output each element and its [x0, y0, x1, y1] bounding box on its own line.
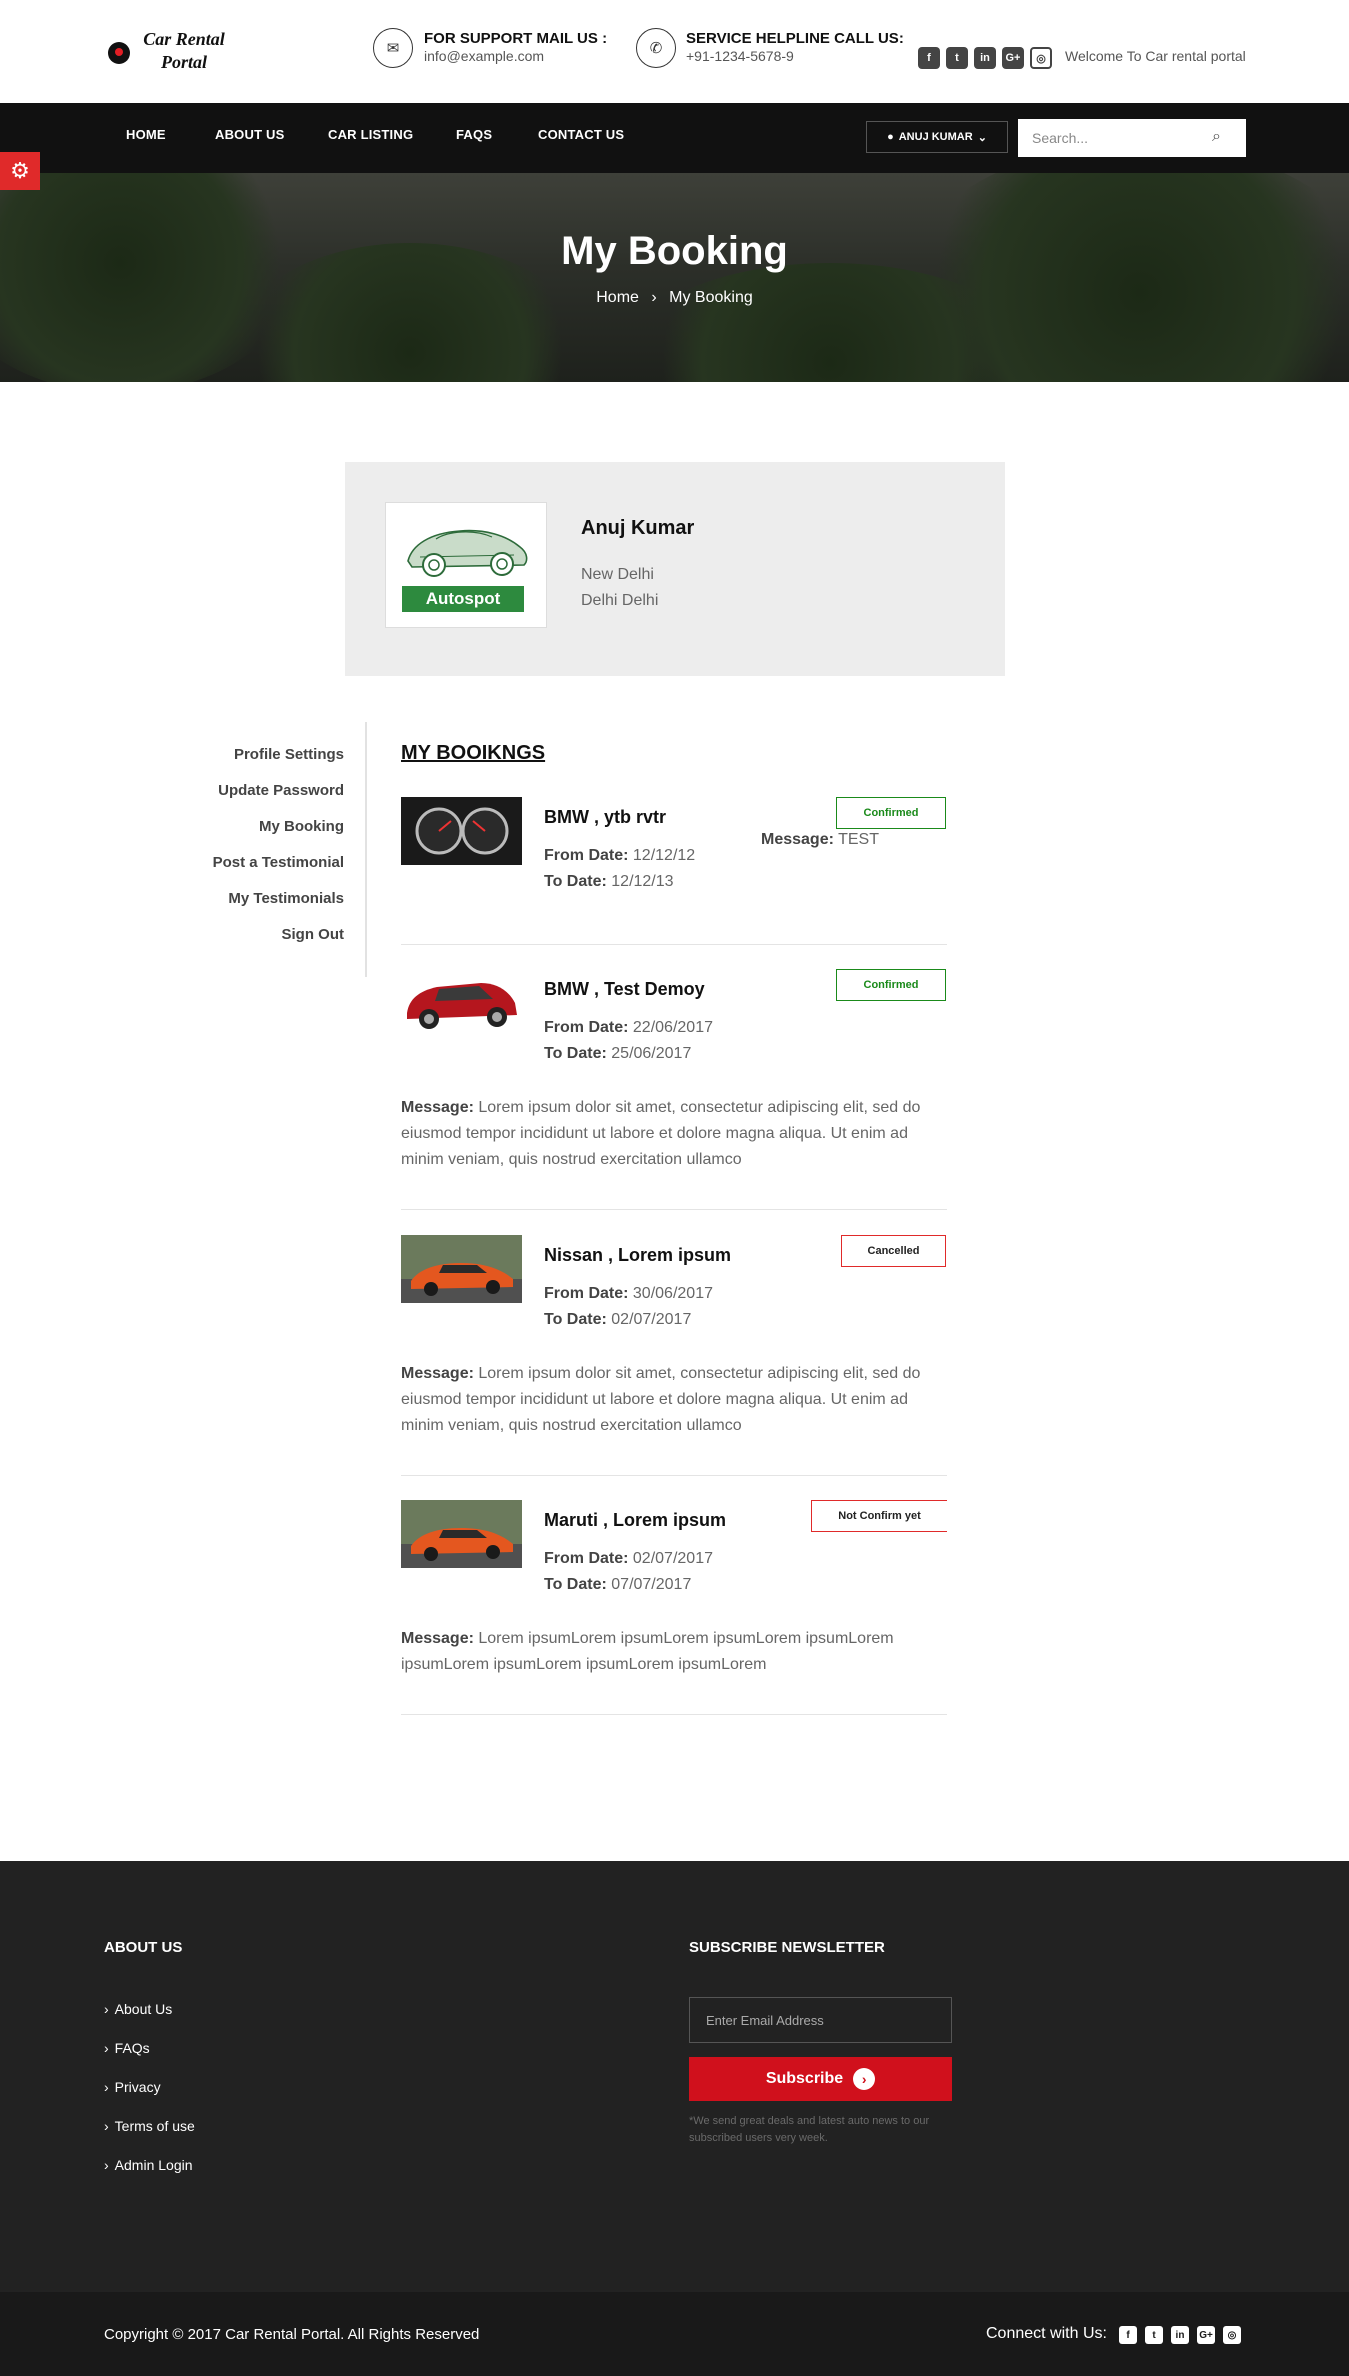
page-height-spacer	[0, 0, 1349, 2376]
gear-icon[interactable]: ⚙	[0, 152, 40, 190]
